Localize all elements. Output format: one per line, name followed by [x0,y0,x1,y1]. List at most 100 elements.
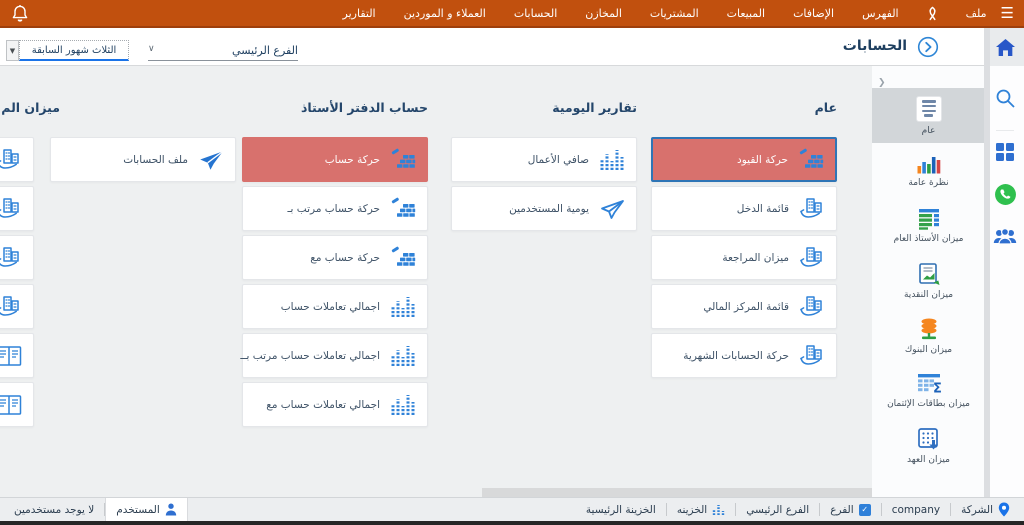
bricks-icon [388,148,418,172]
sidebar-item[interactable]: ميزان النقدية [872,253,985,308]
report-card[interactable]: اجمالي تعاملات حساب مرتب بــ [240,333,428,378]
menu-item[interactable]: العملاء و الموردين [404,7,486,20]
search-icon[interactable] [995,88,1015,108]
report-card[interactable]: حركة حساب [242,137,428,182]
report-column: ميزان الم [0,100,60,431]
table-rows-icon [917,208,941,230]
status-item-label: الفرع الرئيسي [746,503,810,516]
pin-icon [998,502,1010,517]
title-bar: الحسابات الفرع الرئيسي ∨ ▼ الثلاث شهور ا… [0,28,985,66]
equalizer-icon [597,148,627,172]
report-card[interactable] [0,235,34,280]
report-card[interactable] [0,333,34,378]
report-card-label: قائمة المركز المالي [703,300,789,313]
period-dropdown[interactable]: ▼ الثلاث شهور السابقة [6,40,129,61]
report-card[interactable]: صافي الأعمال [451,137,637,182]
report-column: عام حركة القيود قائمة الدخل ميزان المراجعة ق… [651,100,837,382]
bars-colorful-icon [917,154,941,174]
icon-rail [985,28,1024,497]
book-icon [0,345,24,367]
report-card[interactable]: حركة حساب مع [242,235,428,280]
top-menu-bar: ☰ ملف الفهرس الإضافات المبيعات المشتريات المخ… [0,0,1024,28]
branch-dropdown[interactable]: الفرع الرئيسي ∨ [148,40,298,61]
reports-grid: عام حركة القيود قائمة الدخل ميزان المراجعة ق… [0,66,872,497]
status-item: الفرع الرئيسي [736,498,819,521]
menu-item[interactable]: المبيعات [727,7,765,20]
status-bar: الشركة company ✓ الفرع الفرع الرئيسي الخزينه ا… [0,497,1024,521]
equalizer-icon [388,393,418,417]
report-card[interactable]: يومية المستخدمين [451,186,637,231]
bank-icon [0,245,24,271]
branch-dropdown-value: الفرع الرئيسي [232,43,298,57]
page-title: الحسابات [842,38,907,54]
menu-item[interactable]: ملف [966,7,987,20]
menu-item[interactable]: التقارير [343,7,376,20]
bank-icon [0,147,24,173]
sidebar-item[interactable]: ميزان العهد [872,418,985,473]
report-card[interactable]: اجمالي تعاملات حساب مع [242,382,428,427]
apps-grid-icon[interactable] [996,143,1014,161]
status-item: الخزينة الرئيسية [576,498,666,521]
hamburger-icon[interactable]: ☰ [1001,5,1014,21]
column-header: ميزان الم [1,100,60,115]
users-icon[interactable] [993,228,1017,245]
panel-scrollbar[interactable] [984,28,990,497]
report-card[interactable] [0,137,34,182]
divider [104,503,106,516]
column-header: عام [814,100,837,115]
divider [735,503,737,516]
whatsapp-icon[interactable] [994,183,1017,206]
menu-item[interactable]: الإضافات [793,7,834,20]
sidebar-item[interactable]: ميزان البنوك [872,308,985,363]
divider [950,503,952,516]
sidebar-item[interactable]: Σ ميزان بطاقات الإئتمان [872,363,985,418]
report-card[interactable] [0,186,34,231]
menu-item[interactable]: المشتريات [650,7,699,20]
report-card[interactable]: ميزان المراجعة [651,235,837,280]
chevron-down-icon: ∨ [148,44,155,54]
column-header: تقارير اليومية [552,100,637,115]
report-card[interactable] [0,382,34,427]
bell-icon[interactable] [12,4,28,27]
report-card-label: اجمالي تعاملات حساب [280,300,380,313]
divider [819,503,821,516]
report-card[interactable]: حركة حساب مرتب بـ [242,186,428,231]
status-item: الخزينه [667,498,735,521]
table-sigma-icon: Σ [916,373,942,395]
report-card-label: ملف الحسابات [123,153,188,166]
page-chart-icon [917,262,941,286]
report-card[interactable]: حركة القيود [651,137,837,182]
status-item: الشركة [951,498,1020,521]
report-card[interactable]: ملف الحسابات [50,137,236,182]
report-card[interactable]: قائمة الدخل [651,186,837,231]
menu-item[interactable]: الحسابات [514,7,557,20]
status-item[interactable]: ✓ الفرع [820,498,881,521]
column-header: حساب الدفتر الأستاذ [300,100,428,115]
bricks-icon [388,197,418,221]
home-icon[interactable] [985,28,1024,66]
report-card[interactable]: اجمالي تعاملات حساب [242,284,428,329]
report-card-label: حركة حساب مع [310,251,380,264]
plane-solid-icon [196,147,226,173]
sidebar-item[interactable]: ميزان الأستاذ العام [872,198,985,253]
period-dropdown-value: الثلاث شهور السابقة [31,44,117,56]
dropdown-caret-icon[interactable]: ▼ [6,40,19,61]
equalizer-icon [388,295,418,319]
person-icon [165,503,177,516]
report-card[interactable]: قائمة المركز المالي [651,284,837,329]
report-card-label: ميزان المراجعة [722,251,789,264]
horizontal-scrollbar[interactable] [482,488,872,497]
report-card-label: حركة حساب مرتب بـ [287,202,380,215]
sidebar-item-label: ميزان العهد [907,454,950,465]
sidebar-item[interactable]: نظرة عامة [872,143,985,198]
svg-text:Σ: Σ [933,381,942,395]
report-card[interactable]: حركة الحسابات الشهرية [651,333,837,378]
sidebar-collapse-icon[interactable]: ❮ [878,78,886,88]
sidebar-item[interactable]: عام [872,88,985,143]
menu-item[interactable]: الفهرس [862,7,899,20]
checkbox-checked-icon[interactable]: ✓ [858,503,871,516]
report-card[interactable] [0,284,34,329]
menu-item[interactable]: المخازن [585,7,622,20]
collapse-arrow-icon[interactable] [917,36,939,62]
bank-icon [797,294,827,320]
